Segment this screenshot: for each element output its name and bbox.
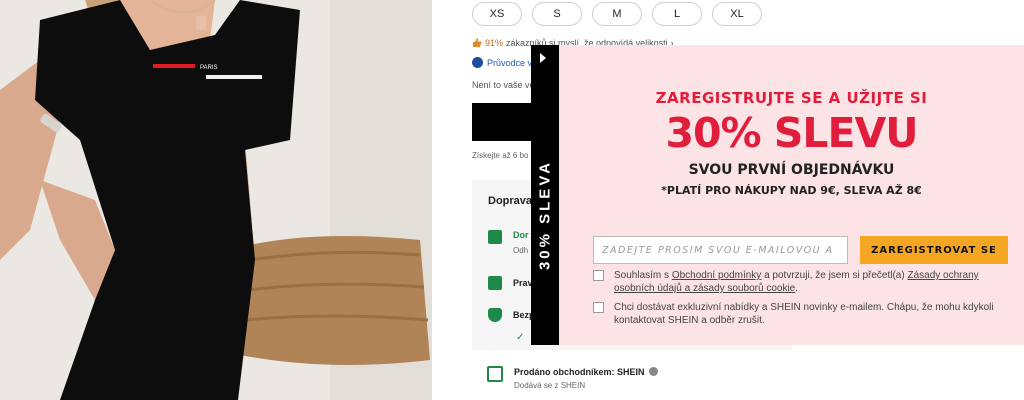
product-image[interactable]: PARIS <box>0 0 432 400</box>
shield-icon <box>488 308 502 322</box>
size-s-button[interactable]: S <box>532 2 582 26</box>
truck-icon <box>488 230 502 244</box>
shipping-sub: Odh <box>513 246 529 255</box>
newsletter-consent-text: Chci dostávat exkluzivní nabídky a SHEIN… <box>614 302 994 326</box>
size-guide-icon <box>472 57 483 68</box>
return-icon <box>488 276 502 290</box>
side-tab-label: 30% SLEVA <box>536 159 554 271</box>
seller-panel: Prodáno obchodníkem: SHEIN Dodává se z S… <box>472 350 792 400</box>
seller-name-text: Prodáno obchodníkem: SHEIN <box>514 367 645 377</box>
terms-text-pre: Souhlasím s <box>614 270 672 281</box>
store-icon <box>487 366 503 382</box>
size-xl-button[interactable]: XL <box>712 2 762 26</box>
terms-consent-text: Souhlasím s Obchodní podmínky a potvrzuj… <box>614 269 998 295</box>
thumbs-up-icon <box>473 38 482 47</box>
size-m-button[interactable]: M <box>592 2 642 26</box>
signup-promo-popup: 30% SLEVA ZAREGISTRUJTE SE A UŽIJTE SI 3… <box>531 45 1024 345</box>
promo-headline-3: SVOU PRVNÍ OBJEDNÁVKU <box>688 162 895 178</box>
terms-link[interactable]: Obchodní podmínky <box>672 270 762 281</box>
terms-consent: Souhlasím s Obchodní podmínky a potvrzuj… <box>593 269 998 295</box>
size-xs-button[interactable]: XS <box>472 2 522 26</box>
size-guide-label: Průvodce v <box>487 57 533 68</box>
seller-ships-from: Dodává se z SHEIN <box>514 381 586 390</box>
terms-text-mid: a potvrzuji, že jsem si přečetl(a) <box>761 270 908 281</box>
size-selector: XS S M L XL <box>472 2 762 26</box>
discount-side-tab[interactable]: 30% SLEVA <box>531 45 559 345</box>
shipping-label: Dor <box>513 230 529 240</box>
email-input[interactable] <box>593 236 848 264</box>
promo-headline-discount: 30% SLEVU <box>665 109 918 157</box>
newsletter-consent: Chci dostávat exkluzivní nabídky a SHEIN… <box>593 301 998 327</box>
delivery-title: Doprava <box>488 195 533 207</box>
info-icon[interactable] <box>649 367 659 376</box>
terms-checkbox[interactable] <box>593 270 604 281</box>
product-photo-graphic <box>0 0 432 400</box>
not-your-size-text[interactable]: Není to vaše ve <box>472 80 535 90</box>
newsletter-checkbox[interactable] <box>593 302 604 313</box>
fit-percent: 91% <box>485 38 504 48</box>
promo-headline-1: ZAREGISTRUJTE SE A UŽIJTE SI <box>655 89 928 107</box>
points-text: Získejte až 6 bo <box>472 151 529 160</box>
terms-text-post: . <box>795 283 799 294</box>
check-icon: ✓ <box>516 332 525 343</box>
promo-conditions: *PLATÍ PRO NÁKUPY NAD 9€, SLEVA AŽ 8€ <box>661 184 922 197</box>
seller-name[interactable]: Prodáno obchodníkem: SHEIN <box>514 367 659 377</box>
size-guide-link[interactable]: Průvodce v <box>472 57 532 68</box>
play-arrow-icon[interactable] <box>540 53 546 63</box>
register-button[interactable]: ZAREGISTROVAT SE <box>860 236 1008 264</box>
shirt-print-text: PARIS <box>200 65 218 71</box>
returns-label[interactable]: Prav <box>513 278 533 288</box>
size-l-button[interactable]: L <box>652 2 702 26</box>
